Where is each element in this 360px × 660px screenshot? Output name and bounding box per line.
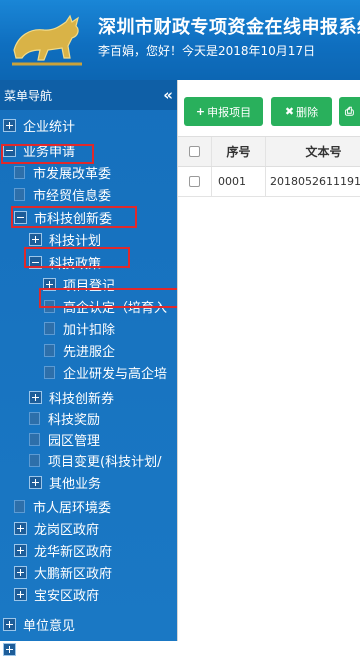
app-title: 深圳市财政专项资金在线申报系统 bbox=[98, 17, 360, 38]
nav-item-innovation-voucher[interactable]: 科技创新券 bbox=[0, 386, 177, 408]
nav-item-tech-plan[interactable]: 科技计划 bbox=[0, 228, 177, 250]
collapse-icon[interactable] bbox=[29, 255, 42, 269]
nav-item-longgang[interactable]: 龙岗区政府 bbox=[0, 517, 177, 539]
nav-item-advanced-service[interactable]: 先进服企 bbox=[0, 339, 177, 361]
nav-item-dapeng[interactable]: 大鹏新区政府 bbox=[0, 561, 177, 583]
nav-item-extra-deduction[interactable]: 加计扣除 bbox=[0, 317, 177, 339]
nav-item-baoan[interactable]: 宝安区政府 bbox=[0, 583, 177, 605]
nav-item-other-business[interactable]: 其他业务 bbox=[0, 471, 177, 493]
expand-icon[interactable] bbox=[29, 232, 42, 246]
row-checkbox[interactable] bbox=[189, 176, 200, 187]
page-icon bbox=[44, 299, 55, 313]
project-table: 序号 文本号 0001 2018052611191 bbox=[178, 136, 360, 197]
welcome-text: 李百娟，您好！今天是2018年10月17日 bbox=[98, 44, 316, 58]
select-all-checkbox[interactable] bbox=[189, 146, 200, 157]
main-content: + 申报项目 ✖ 删除 ⎙ 序号 文本号 0001 2018052611191 bbox=[177, 80, 360, 641]
nav-item-tech-policy[interactable]: 科技政策 bbox=[0, 251, 177, 273]
nav-item-economy-info[interactable]: 市经贸信息委 bbox=[0, 183, 177, 205]
expand-icon[interactable] bbox=[3, 642, 16, 656]
nav-item-unit-management[interactable]: 单位管理 bbox=[0, 638, 177, 660]
page-icon bbox=[44, 343, 55, 357]
expand-icon[interactable] bbox=[43, 277, 56, 291]
collapse-sidebar-icon[interactable]: « bbox=[163, 86, 173, 104]
expand-icon[interactable] bbox=[29, 390, 42, 404]
expand-icon[interactable] bbox=[14, 543, 27, 557]
nav-item-unit-opinion[interactable]: 单位意见 bbox=[0, 613, 177, 635]
nav-item-living-environment[interactable]: 市人居环境委 bbox=[0, 495, 177, 517]
app-header: 深圳市财政专项资金在线申报系统 李百娟，您好！今天是2018年10月17日 bbox=[0, 0, 360, 80]
table-row[interactable]: 0001 2018052611191 bbox=[178, 167, 360, 197]
nav-item-project-registration[interactable]: 项目登记 bbox=[0, 273, 177, 295]
expand-icon[interactable] bbox=[3, 118, 16, 132]
page-icon bbox=[44, 321, 55, 335]
expand-icon[interactable] bbox=[14, 587, 27, 601]
nav-item-longhua[interactable]: 龙华新区政府 bbox=[0, 539, 177, 561]
sidebar-title: 菜单导航 bbox=[4, 88, 53, 103]
page-icon bbox=[14, 165, 25, 179]
collapse-icon[interactable] bbox=[14, 210, 27, 224]
column-header-doc-no: 文本号 bbox=[305, 145, 342, 159]
table-header: 序号 文本号 bbox=[178, 136, 360, 167]
nav-item-enterprise-stats[interactable]: 企业统计 bbox=[0, 114, 177, 136]
print-button[interactable]: ⎙ bbox=[339, 97, 360, 126]
bull-logo-icon bbox=[12, 14, 82, 66]
sidebar-nav: 菜单导航 « 企业统计 业务申请 市发展改革委 市经贸信息委 市科技创新委 科技… bbox=[0, 80, 191, 659]
nav-item-rd-cultivation[interactable]: 企业研发与高企培 bbox=[0, 361, 177, 383]
expand-icon[interactable] bbox=[14, 565, 27, 579]
page-icon bbox=[14, 499, 25, 513]
cell-doc-no: 2018052611191 bbox=[270, 175, 360, 188]
delete-button[interactable]: ✖ 删除 bbox=[271, 97, 332, 126]
page-icon bbox=[29, 411, 40, 425]
delete-x-icon: ✖ bbox=[284, 105, 295, 118]
expand-icon[interactable] bbox=[29, 475, 42, 489]
sidebar-header: 菜单导航 « bbox=[0, 80, 177, 110]
toolbar: + 申报项目 ✖ 删除 ⎙ bbox=[178, 80, 360, 130]
page-icon bbox=[29, 453, 40, 467]
collapse-icon[interactable] bbox=[3, 143, 16, 157]
page-icon bbox=[14, 187, 25, 201]
nav-item-development-reform[interactable]: 市发展改革委 bbox=[0, 161, 177, 183]
nav-item-tech-award[interactable]: 科技奖励 bbox=[0, 407, 177, 429]
plus-icon: + bbox=[195, 105, 206, 118]
nav-item-park-management[interactable]: 园区管理 bbox=[0, 428, 177, 450]
page-icon bbox=[29, 432, 40, 446]
nav-item-high-tech-certification[interactable]: 高企认定（培育入 bbox=[0, 295, 177, 317]
expand-icon[interactable] bbox=[14, 521, 27, 535]
nav-item-business-apply[interactable]: 业务申请 bbox=[0, 139, 177, 161]
print-icon: ⎙ bbox=[345, 104, 354, 118]
nav-item-project-change[interactable]: 项目变更(科技计划/ bbox=[0, 449, 177, 471]
apply-project-button[interactable]: + 申报项目 bbox=[184, 97, 263, 126]
expand-icon[interactable] bbox=[3, 617, 16, 631]
page-icon bbox=[44, 365, 55, 379]
column-header-seq: 序号 bbox=[212, 137, 266, 166]
nav-item-sci-tech-committee[interactable]: 市科技创新委 bbox=[0, 206, 177, 228]
cell-seq: 0001 bbox=[212, 167, 266, 196]
